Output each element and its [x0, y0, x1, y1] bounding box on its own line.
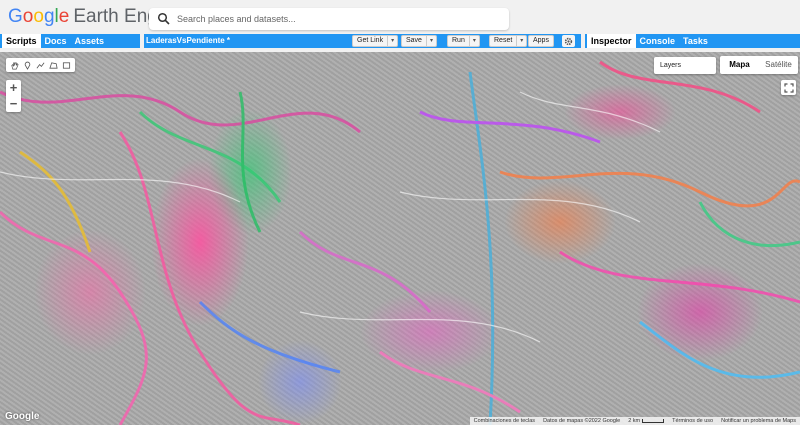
- zoom-out-button[interactable]: −: [6, 96, 21, 112]
- settings-button[interactable]: [562, 35, 575, 47]
- chevron-down-icon[interactable]: ▾: [425, 36, 436, 46]
- marker-icon[interactable]: [21, 59, 34, 71]
- logo-letter: g: [43, 6, 55, 27]
- logo-letter: o: [33, 6, 44, 27]
- tab-docs[interactable]: Docs: [41, 34, 71, 48]
- reset-label: Reset: [494, 37, 513, 44]
- tab-inspector[interactable]: Inspector: [587, 34, 636, 48]
- scale-bar[interactable]: 2 km: [624, 418, 668, 424]
- tab-scripts[interactable]: Scripts: [2, 34, 41, 48]
- fullscreen-icon: [783, 82, 794, 93]
- fullscreen-button[interactable]: [781, 80, 796, 95]
- right-panel-tabs: Inspector Console Tasks: [587, 34, 712, 48]
- search-box[interactable]: [149, 8, 509, 30]
- reset-button[interactable]: Reset ▾: [489, 35, 528, 47]
- drawing-tools: [6, 58, 75, 72]
- chevron-down-icon[interactable]: ▾: [468, 36, 479, 46]
- line-icon[interactable]: [34, 59, 47, 71]
- zoom-control: + −: [6, 80, 21, 112]
- google-logo: Google: [5, 411, 40, 422]
- map-type-map[interactable]: Mapa: [720, 56, 759, 74]
- map-type-satellite[interactable]: Satélite: [759, 56, 798, 74]
- hand-icon[interactable]: [8, 59, 21, 71]
- report-problem-link[interactable]: Notificar un problema de Maps: [717, 418, 800, 424]
- terms-link[interactable]: Términos de uso: [668, 418, 717, 424]
- search-input[interactable]: [177, 11, 497, 27]
- scale-bar-graphic: [642, 418, 665, 423]
- get-link-button[interactable]: Get Link ▾: [352, 35, 399, 47]
- logo-letter: e: [58, 6, 70, 27]
- polygon-icon[interactable]: [47, 59, 60, 71]
- chevron-down-icon[interactable]: ▾: [516, 36, 526, 46]
- terrain-hillshade-layer: [0, 60, 800, 425]
- get-link-label: Get Link: [357, 37, 384, 44]
- save-button[interactable]: Save ▾: [401, 35, 437, 47]
- app-header: Google Earth Engine: [0, 0, 800, 34]
- run-button[interactable]: Run ▾: [447, 35, 480, 47]
- logo-letter: G: [8, 6, 23, 27]
- keyboard-shortcuts-link[interactable]: Combinaciones de teclas: [470, 418, 539, 424]
- map-data-text: Datos de mapas ©2022 Google: [543, 418, 621, 424]
- apps-label: Apps: [533, 37, 549, 44]
- map-type-control: Mapa Satélite: [720, 56, 798, 74]
- gear-icon: [564, 37, 573, 45]
- run-label: Run: [452, 37, 465, 44]
- map-canvas[interactable]: + − Layers Mapa Satélite Google Combinac…: [0, 52, 800, 425]
- scale-label: 2 km: [628, 418, 641, 424]
- tab-assets[interactable]: Assets: [71, 34, 109, 48]
- zoom-in-button[interactable]: +: [6, 80, 21, 96]
- main-toolbar: Scripts Docs Assets LaderasVsPendiente *…: [0, 34, 800, 48]
- script-title: LaderasVsPendiente *: [146, 36, 231, 45]
- logo-letter: o: [22, 6, 34, 27]
- layers-button[interactable]: Layers: [654, 57, 716, 74]
- panel-divider[interactable]: [581, 34, 585, 48]
- map-attribution: Combinaciones de teclas Datos de mapas ©…: [469, 417, 800, 425]
- left-panel-tabs: Scripts Docs Assets: [2, 34, 108, 48]
- apps-button[interactable]: Apps: [528, 35, 554, 47]
- rectangle-icon[interactable]: [60, 59, 73, 71]
- tab-console[interactable]: Console: [636, 34, 680, 48]
- save-label: Save: [406, 37, 422, 44]
- search-icon: [157, 12, 170, 25]
- panel-divider[interactable]: [140, 34, 144, 48]
- tab-tasks[interactable]: Tasks: [679, 34, 712, 48]
- chevron-down-icon[interactable]: ▾: [387, 36, 397, 46]
